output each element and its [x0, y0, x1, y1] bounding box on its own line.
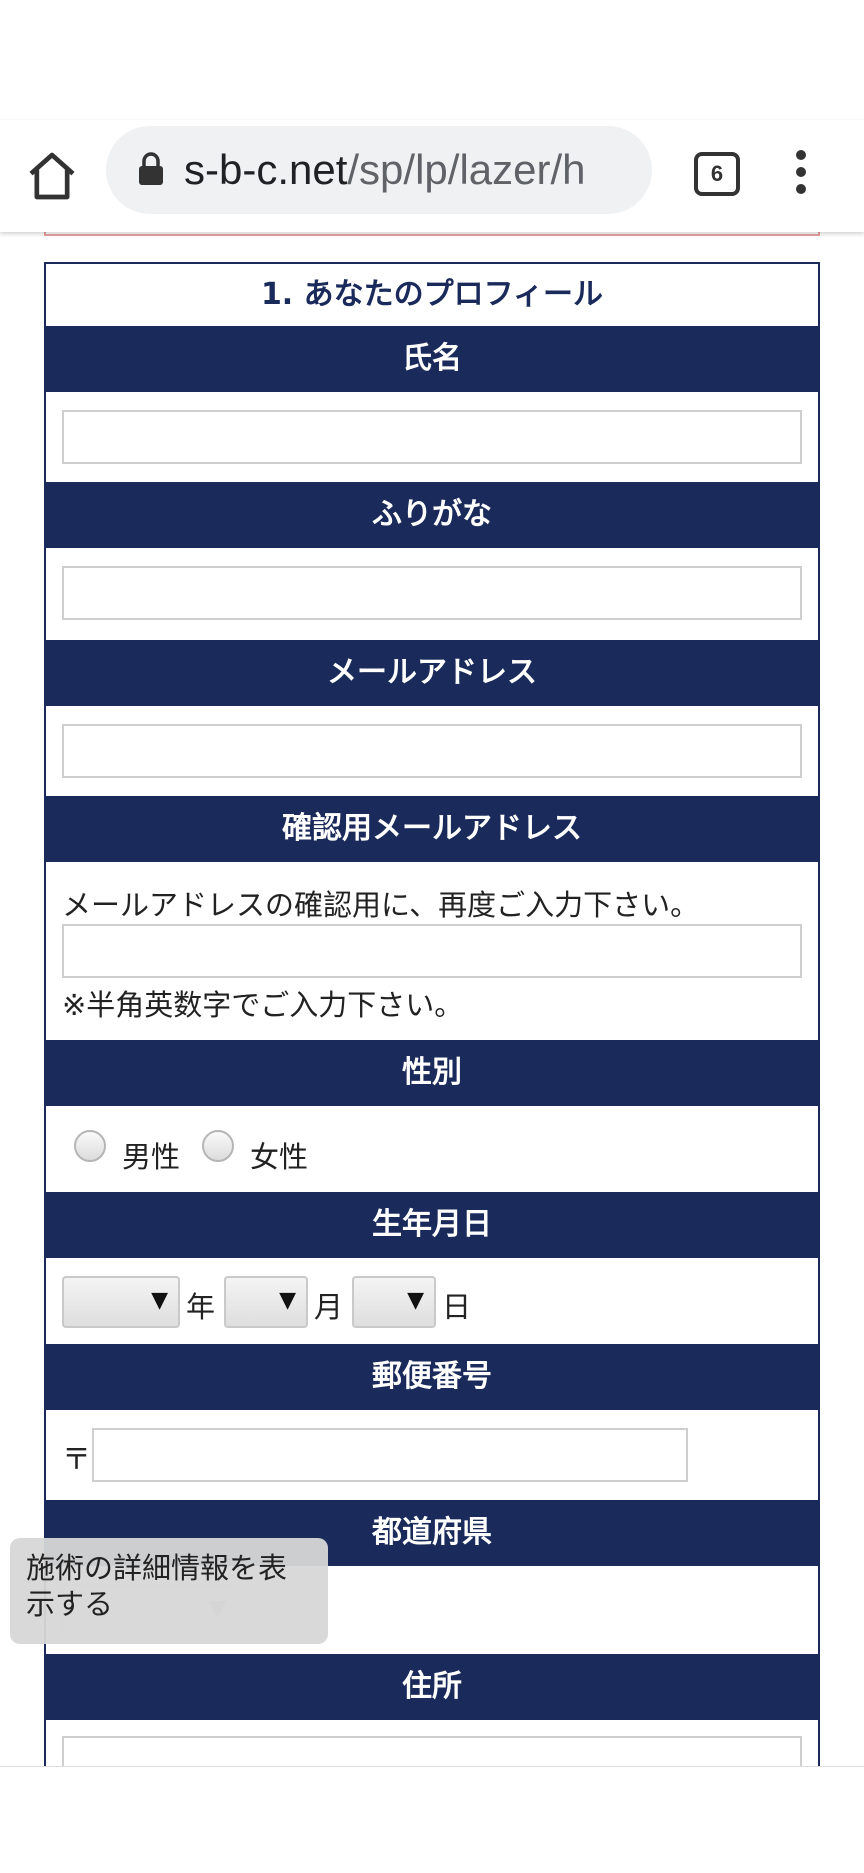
status-bar: [0, 0, 864, 120]
browser-toolbar: s-b-c.net/sp/lp/lazer/h 6: [0, 120, 864, 232]
bottom-bar: [0, 1766, 864, 1873]
address-header: 住所: [44, 1654, 820, 1720]
email-confirm-note: メールアドレスの確認用に、再度ご入力下さい。: [62, 888, 700, 922]
url-path: /sp/lp/lazer/h: [347, 146, 586, 193]
birth-month-select[interactable]: ▼: [224, 1276, 308, 1328]
postal-header: 郵便番号: [44, 1344, 820, 1410]
email-confirm-hint: ※半角英数字でご入力下さい。: [62, 988, 464, 1022]
treatment-details-toggle[interactable]: 施術の詳細情報を表示する: [10, 1538, 328, 1644]
birth-year-select[interactable]: ▼: [62, 1276, 180, 1328]
postal-mark: 〒: [62, 1442, 92, 1476]
more-vert-icon[interactable]: [786, 150, 816, 194]
tooltip-text: 施術の詳細情報を表示する: [26, 1551, 288, 1621]
email-confirm-input[interactable]: [62, 924, 802, 978]
email-confirm-header: 確認用メールアドレス: [44, 796, 820, 862]
day-unit: 日: [442, 1290, 472, 1324]
url-domain: s-b-c.net: [184, 146, 348, 193]
postal-code-input[interactable]: [92, 1428, 688, 1482]
lock-icon: [139, 152, 163, 185]
email-input[interactable]: [62, 724, 802, 778]
gender-male-radio[interactable]: [74, 1130, 106, 1162]
section-title: 1. あなたのプロフィール: [260, 277, 604, 312]
gender-male-label: 男性: [122, 1140, 181, 1174]
birth-day-select[interactable]: ▼: [352, 1276, 436, 1328]
furigana-header: ふりがな: [44, 482, 820, 548]
url-text: s-b-c.net/sp/lp/lazer/h: [184, 146, 586, 194]
name-header: 氏名: [44, 326, 820, 392]
gender-header: 性別: [44, 1040, 820, 1106]
furigana-input[interactable]: [62, 566, 802, 620]
gender-female-radio[interactable]: [202, 1130, 234, 1162]
address-bar[interactable]: s-b-c.net/sp/lp/lazer/h: [106, 126, 652, 214]
home-icon[interactable]: [24, 148, 80, 204]
year-unit: 年: [186, 1290, 216, 1324]
name-input[interactable]: [62, 410, 802, 464]
gender-female-label: 女性: [250, 1140, 309, 1174]
birthday-header: 生年月日: [44, 1192, 820, 1258]
email-header: メールアドレス: [44, 640, 820, 706]
month-unit: 月: [314, 1290, 344, 1324]
tab-switcher-button[interactable]: 6: [694, 152, 740, 196]
